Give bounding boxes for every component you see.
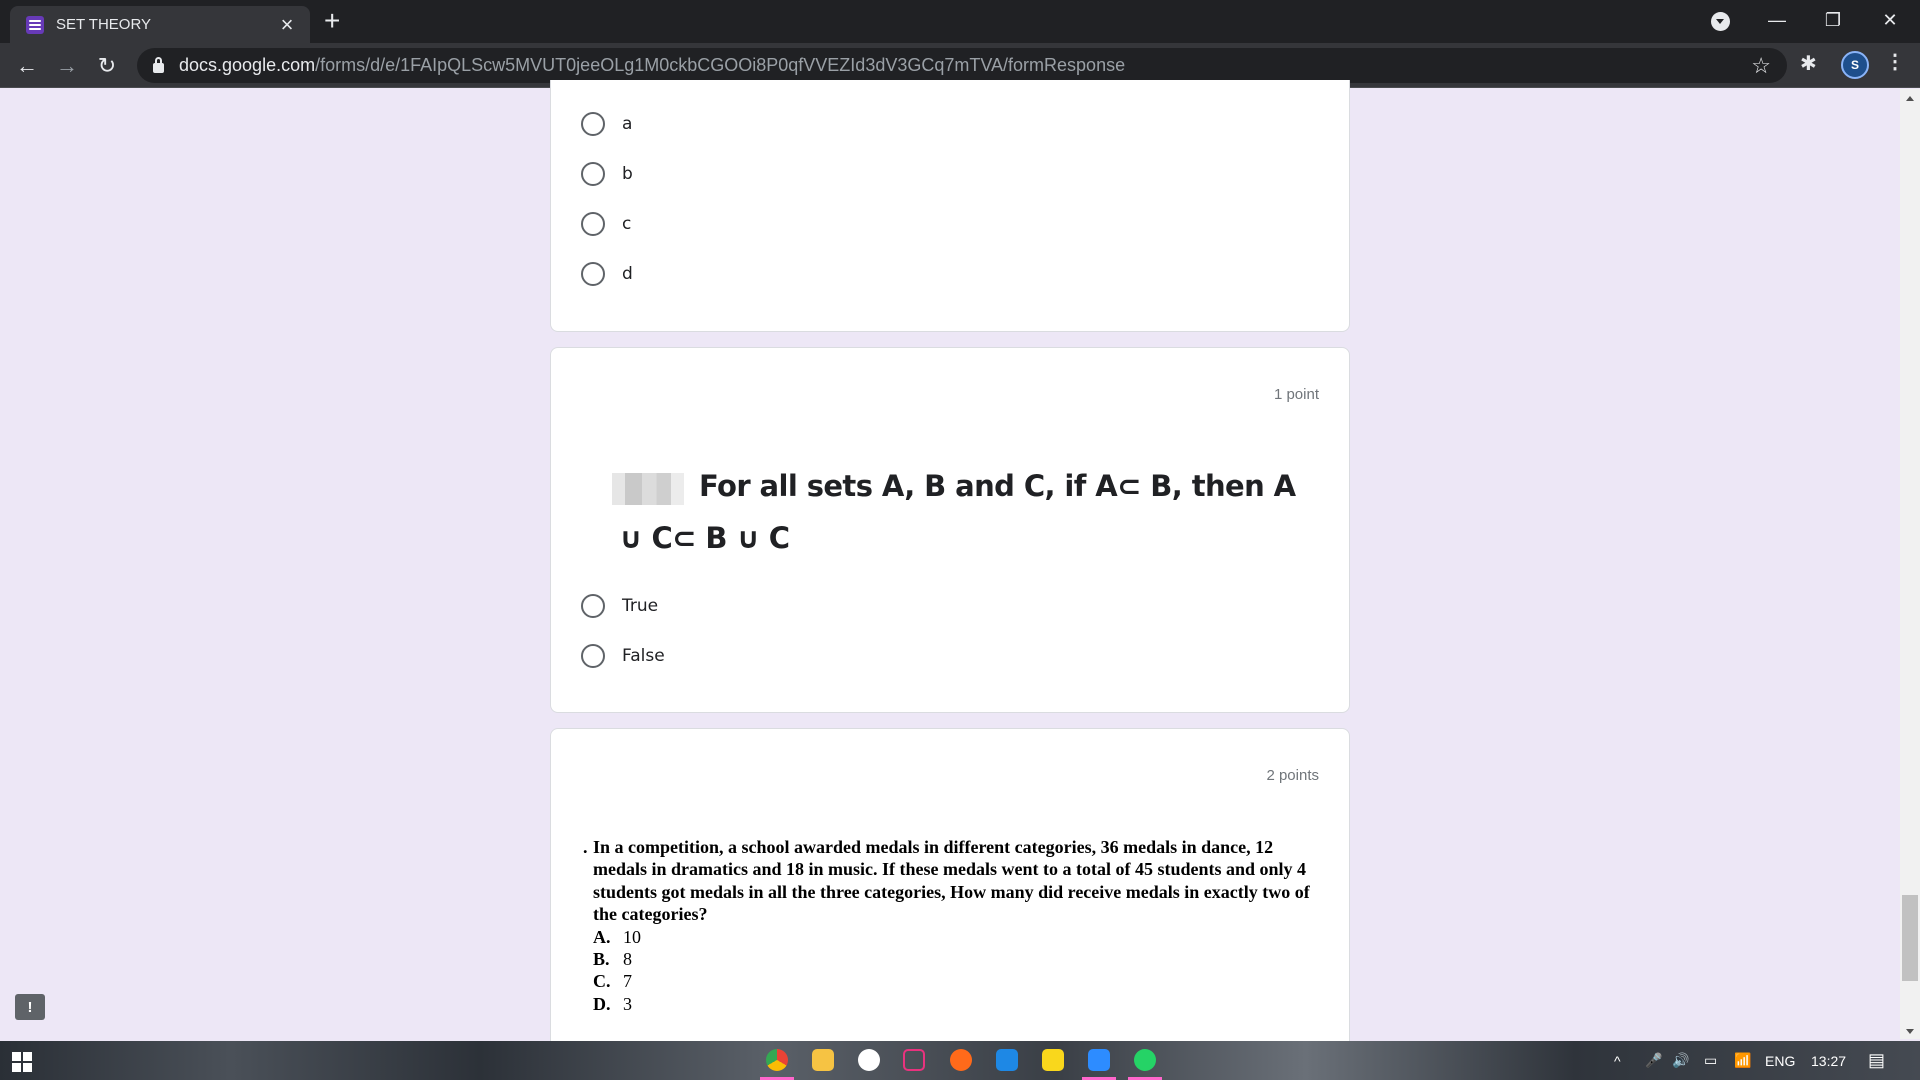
minimize-button[interactable]: — [1749,0,1805,40]
option-a[interactable]: a [581,112,632,136]
app-icon[interactable] [950,1049,972,1071]
radio-button[interactable] [581,644,605,668]
option-label: c [622,214,632,234]
answer-b: B. 8 [593,948,1323,970]
answer-c: C. 7 [593,970,1323,992]
bookmark-star-icon[interactable]: ☆ [1751,53,1771,79]
forward-button[interactable]: → [52,51,82,81]
question-image: . In a competition, a school awarded med… [583,836,1323,1015]
url-path: /forms/d/e/1FAIpQLScw5MVUT0jeeOLg1M0ckbC… [315,55,1126,75]
option-label: False [622,646,665,666]
option-true[interactable]: True [581,594,658,618]
close-window-button[interactable]: ✕ [1862,0,1918,40]
option-d[interactable]: d [581,262,633,286]
windows-start-icon[interactable] [12,1052,32,1072]
language-indicator[interactable]: ENG [1765,1041,1795,1080]
points-label: 2 points [1266,767,1319,784]
url-text: docs.google.com/forms/d/e/1FAIpQLScw5MVU… [179,55,1125,76]
browser-title-bar: SET THEORY × + — ❐ ✕ [0,0,1920,43]
option-label: a [622,114,633,134]
restore-button[interactable]: ❐ [1805,0,1861,40]
vscode-icon[interactable] [996,1049,1018,1071]
reload-button[interactable]: ↻ [92,51,122,81]
answer-value: 7 [623,971,632,992]
volume-icon[interactable]: 🔊 [1672,1041,1689,1080]
wifi-icon[interactable]: 📶 [1734,1041,1751,1080]
answer-letter: B. [593,949,610,970]
file-explorer-icon[interactable] [812,1049,834,1071]
points-label: 1 point [1273,386,1319,403]
chrome-icon[interactable] [766,1049,788,1071]
answer-value: 10 [623,926,641,947]
close-tab-icon[interactable]: × [276,13,298,36]
question-title: For all sets A, B and C, if A⊂ B, then A… [619,469,1296,555]
question-card-3: 2 points . In a competition, a school aw… [550,728,1350,1068]
back-button[interactable]: ← [12,51,42,81]
answer-d: D. 3 [593,993,1323,1015]
google-forms-icon [26,15,44,34]
question-card-1: a b c d [550,80,1350,332]
extensions-icon[interactable]: ✱ [1800,51,1817,76]
url-host: docs.google.com [179,55,316,75]
radio-button[interactable] [581,212,605,236]
browser-menu-icon[interactable]: ⋮ [1885,52,1905,72]
radio-button[interactable] [581,594,605,618]
answer-a: A. 10 [593,926,1323,948]
app-icon[interactable] [858,1049,880,1071]
tab-title: SET THEORY [56,16,152,33]
scroll-up-arrow-icon[interactable] [1906,96,1914,101]
scroll-down-arrow-icon[interactable] [1906,1029,1914,1034]
answer-value: 8 [623,949,632,970]
question-dot: . [583,837,588,857]
answer-letter: D. [593,993,611,1014]
option-label: b [622,164,633,184]
new-tab-button[interactable]: + [324,6,340,36]
zoom-icon[interactable] [1088,1049,1110,1071]
option-b[interactable]: b [581,162,633,186]
battery-icon[interactable]: ▭ [1704,1041,1717,1080]
option-c[interactable]: c [581,212,631,236]
sticky-notes-icon[interactable] [1042,1049,1064,1071]
question-text: In a competition, a school awarded medal… [593,837,1310,925]
answer-value: 3 [623,993,632,1014]
profile-avatar[interactable]: S [1841,51,1869,79]
browser-tab[interactable]: SET THEORY × [10,6,310,43]
question-card-2: 1 point For all sets A, B and C, if A⊂ B… [550,347,1350,713]
whatsapp-icon[interactable] [1134,1049,1156,1071]
scrollbar-thumb[interactable] [1902,895,1918,981]
option-false[interactable]: False [581,644,665,668]
radio-button[interactable] [581,162,605,186]
report-feedback-button[interactable]: ! [15,994,45,1020]
option-label: True [622,596,659,616]
answer-letter: A. [593,926,611,947]
radio-button[interactable] [581,262,605,286]
show-hidden-icons[interactable]: ^ [1614,1041,1621,1080]
answer-letter: C. [593,971,611,992]
lock-icon[interactable] [153,57,164,73]
notifications-icon[interactable]: ▤ [1868,1041,1885,1080]
option-label: d [622,264,633,284]
app-icon[interactable] [903,1049,925,1071]
clock[interactable]: 13:27 [1811,1041,1846,1080]
tab-search-icon[interactable] [1711,12,1730,31]
microphone-icon[interactable]: 🎤 [1645,1041,1662,1080]
address-bar[interactable]: docs.google.com/forms/d/e/1FAIpQLScw5MVU… [137,48,1787,83]
radio-button[interactable] [581,112,605,136]
